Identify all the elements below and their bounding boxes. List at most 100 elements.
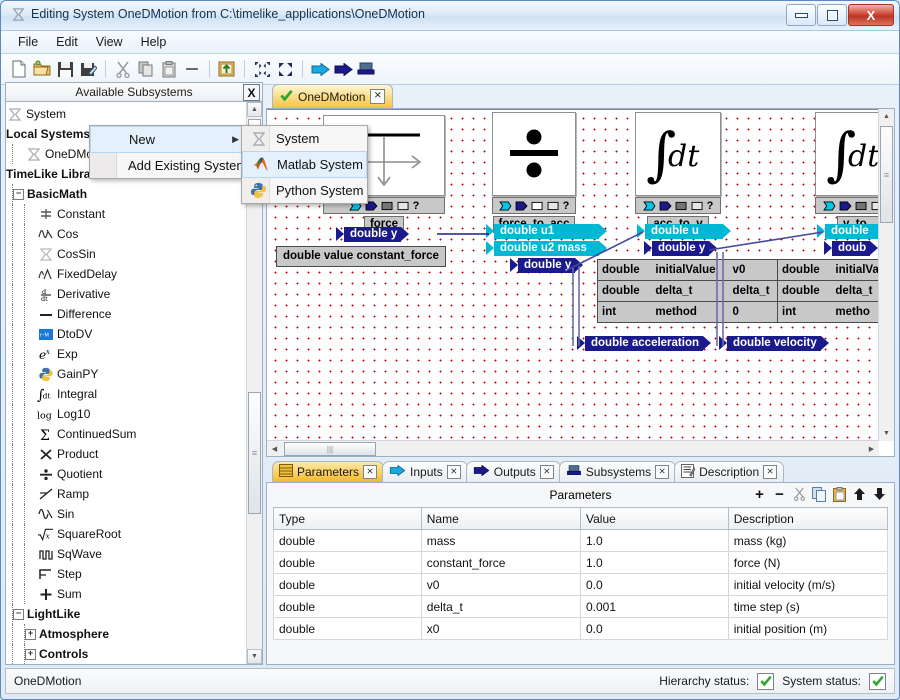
table-column-value[interactable]: Value: [579, 507, 729, 530]
remove-button[interactable]: −: [772, 485, 787, 503]
new-file-icon[interactable]: [8, 58, 30, 80]
scroll-thumb[interactable]: |||: [284, 442, 376, 456]
tab-close-icon[interactable]: ⨯: [370, 89, 386, 104]
tab-description[interactable]: Description ⨯: [674, 461, 785, 482]
context-submenu[interactable]: System Matlab System Python System: [241, 125, 368, 204]
tab-close-icon[interactable]: ⨯: [655, 465, 670, 479]
add-button[interactable]: +: [752, 485, 767, 503]
table-cell[interactable]: 0.001: [579, 595, 729, 618]
submenu-item-system[interactable]: System: [242, 126, 367, 151]
menu-help[interactable]: Help: [132, 33, 176, 51]
table-cell[interactable]: initial position (m): [727, 617, 889, 640]
tab-onedmotion[interactable]: OneDMotion ⨯: [272, 84, 394, 108]
tab-close-icon[interactable]: ⨯: [539, 465, 554, 479]
signal-v-to-x-out[interactable]: doub: [823, 241, 879, 256]
scroll-up-icon[interactable]: ▲: [247, 102, 262, 117]
tree-item-derivative[interactable]: d dt Derivative: [6, 284, 247, 304]
tab-close-icon[interactable]: ⨯: [446, 465, 461, 479]
zoom-fit-out-icon[interactable]: [274, 58, 296, 80]
save-icon[interactable]: [54, 58, 76, 80]
table-row[interactable]: double mass 1.0 mass (kg): [273, 529, 889, 552]
paste-icon[interactable]: [158, 58, 180, 80]
input-port-icon[interactable]: [309, 58, 331, 80]
tree-item-quotient[interactable]: Quotient: [6, 464, 247, 484]
tree-item-sum[interactable]: Sum: [6, 584, 247, 604]
scroll-down-icon[interactable]: ▼: [879, 426, 894, 441]
table-cell[interactable]: 1.0: [579, 529, 729, 552]
cut-icon[interactable]: [112, 58, 134, 80]
tree-item-squareroot[interactable]: x SquareRoot: [6, 524, 247, 544]
signal-u2-mass[interactable]: double u2 mass: [486, 241, 607, 256]
scroll-up-icon[interactable]: ▲: [879, 109, 894, 124]
tree-item-gainpy[interactable]: GainPY: [6, 364, 247, 384]
tree-item-constant[interactable]: Constant: [6, 204, 247, 224]
tree-item-step[interactable]: Step: [6, 564, 247, 584]
submenu-item-python-system[interactable]: Python System: [242, 178, 367, 203]
subsystem-tree[interactable]: System Local Systems OneDMotion TimeLike Li…: [5, 102, 263, 665]
output-port-icon[interactable]: [332, 58, 354, 80]
tree-item-exp[interactable]: e x Exp: [6, 344, 247, 364]
tree-item-sin[interactable]: Sin: [6, 504, 247, 524]
tree-item-system[interactable]: System: [6, 104, 247, 124]
tree-item-fixeddelay[interactable]: FixedDelay: [6, 264, 247, 284]
table-cell[interactable]: v0: [420, 573, 581, 596]
tree-item-continuedsum[interactable]: Σ ContinuedSum: [6, 424, 247, 444]
close-icon[interactable]: X: [243, 84, 260, 101]
signal-acceleration-out[interactable]: double acceleration: [576, 336, 712, 351]
move-up-button[interactable]: [852, 485, 867, 503]
table-row[interactable]: double v0 0.0 initial velocity (m/s): [273, 573, 889, 596]
table-column-description[interactable]: Description: [727, 507, 889, 530]
tree-item-atmosphere[interactable]: + Atmosphere: [6, 624, 247, 644]
block-v-to-x[interactable]: ∫ dt ? v_to_: [815, 112, 879, 233]
scroll-thumb[interactable]: ≡: [880, 126, 893, 223]
tree-item-ramp[interactable]: Ramp: [6, 484, 247, 504]
close-button[interactable]: X: [848, 4, 894, 26]
menu-file[interactable]: File: [9, 33, 47, 51]
canvas-vertical-scrollbar[interactable]: ▲ ≡ ▼: [878, 109, 894, 441]
table-cell[interactable]: time step (s): [727, 595, 889, 618]
signal-force-out[interactable]: double y: [335, 227, 410, 242]
move-down-button[interactable]: [872, 485, 887, 503]
minimize-button[interactable]: [786, 4, 816, 26]
table-cell[interactable]: x0: [420, 617, 581, 640]
zoom-fit-in-icon[interactable]: [251, 58, 273, 80]
tree-item-sqwave[interactable]: SqWave: [6, 544, 247, 564]
open-folder-icon[interactable]: [31, 58, 53, 80]
tab-outputs[interactable]: Outputs ⨯: [465, 461, 561, 482]
table-cell[interactable]: mass (kg): [727, 529, 889, 552]
tree-item-cos[interactable]: Cos: [6, 224, 247, 244]
table-cell[interactable]: double: [273, 573, 422, 596]
table-cell[interactable]: 0.0: [579, 617, 729, 640]
tab-close-icon[interactable]: ⨯: [363, 465, 378, 479]
save-all-icon[interactable]: [77, 58, 99, 80]
block-acc-to-v[interactable]: ∫ dt ? acc_to_v: [635, 112, 721, 233]
tree-expander[interactable]: −: [13, 188, 24, 200]
table-cell[interactable]: double: [273, 617, 422, 640]
tree-item-difference[interactable]: Difference: [6, 304, 247, 324]
tab-close-icon[interactable]: ⨯: [763, 465, 778, 479]
tree-item-basicmath[interactable]: − BasicMath: [6, 184, 247, 204]
tree-item-lightlike[interactable]: − LightLike: [6, 604, 247, 624]
context-menu[interactable]: New ▶ Add Existing System: [89, 125, 249, 179]
scroll-right-icon[interactable]: ▶: [864, 441, 879, 456]
scroll-thumb[interactable]: ≡: [248, 392, 261, 514]
tree-item-cossin[interactable]: CosSin: [6, 244, 247, 264]
submenu-item-matlab-system[interactable]: Matlab System: [242, 151, 367, 178]
context-menu-item-new[interactable]: New ▶: [90, 126, 248, 153]
maximize-button[interactable]: [817, 4, 847, 26]
table-cell[interactable]: constant_force: [420, 551, 581, 574]
context-menu-item-add-existing-system[interactable]: Add Existing System: [90, 153, 248, 178]
table-cell[interactable]: 1.0: [579, 551, 729, 574]
table-cell[interactable]: double: [273, 551, 422, 574]
parameters-table[interactable]: Type Name Value Description double mass 1.0 ma…: [273, 507, 889, 640]
table-cell[interactable]: mass: [420, 529, 581, 552]
value-box-constant-force[interactable]: double value constant_force: [276, 246, 446, 267]
signal-u1[interactable]: double u1: [486, 224, 607, 239]
paste-button[interactable]: [832, 485, 847, 503]
table-cell[interactable]: 0.0: [579, 573, 729, 596]
block-force-to-acc[interactable]: ? force_to_acc: [492, 112, 576, 233]
table-row[interactable]: double constant_force 1.0 force (N): [273, 551, 889, 574]
tab-inputs[interactable]: Inputs ⨯: [382, 461, 468, 482]
tree-item-dtodv[interactable]: r~M DtoDV: [6, 324, 247, 344]
table-column-type[interactable]: Type: [273, 507, 422, 530]
